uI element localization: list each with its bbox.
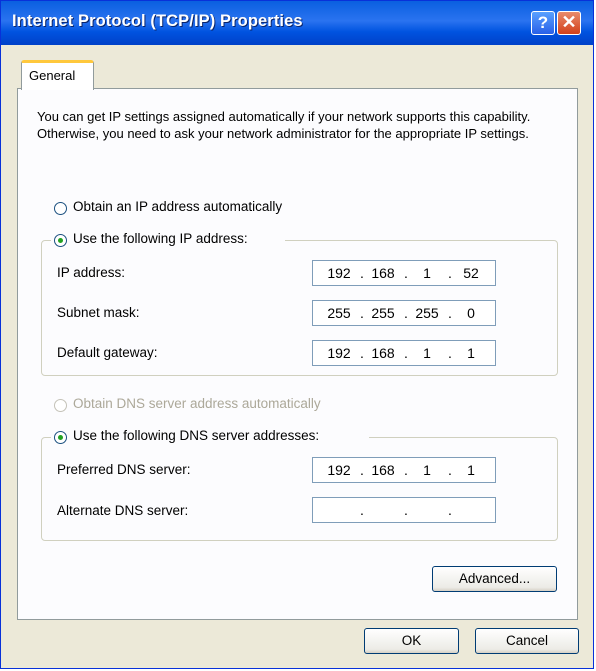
gateway-octet-1: 192 [327,345,351,361]
tcpip-properties-dialog: Internet Protocol (TCP/IP) Properties ? … [0,0,594,669]
advanced-button[interactable]: Advanced... [432,566,557,592]
ip-octet-4: 52 [463,265,479,281]
use-following-ip-label[interactable]: Use the following IP address: [73,231,248,246]
obtain-dns-auto-radio[interactable] [54,399,67,412]
cancel-button[interactable]: Cancel [475,628,579,654]
use-following-dns-label[interactable]: Use the following DNS server addresses: [73,428,319,443]
use-following-ip-radio[interactable] [54,234,67,247]
subnet-octet-4: 0 [467,305,475,321]
tab-general-label: General [29,68,76,83]
preferred-dns-label: Preferred DNS server: [57,462,191,477]
ip-octet-3: 1 [423,265,431,281]
intro-text: You can get IP settings assigned automat… [37,109,531,141]
ip-octet-2: 168 [371,265,395,281]
preferred-dns-octet-3: 1 [423,462,431,478]
window-title: Internet Protocol (TCP/IP) Properties [12,12,303,30]
gateway-octet-2: 168 [371,345,395,361]
obtain-dns-auto-label[interactable]: Obtain DNS server address automatically [73,396,321,411]
preferred-dns-octet-4: 1 [467,462,475,478]
preferred-dns-field[interactable]: 192 . 168 . 1 . 1 [312,457,496,483]
default-gateway-field[interactable]: 192 . 168 . 1 . 1 [312,340,496,366]
preferred-dns-octet-1: 192 [327,462,351,478]
help-icon[interactable]: ? [531,11,555,35]
dns-server-group [41,437,558,541]
ip-address-field[interactable]: 192 . 168 . 1 . 52 [312,260,496,286]
ip-address-label: IP address: [57,265,126,280]
subnet-mask-field[interactable]: 255 . 255 . 255 . 0 [312,300,496,326]
subnet-octet-3: 255 [415,305,439,321]
subnet-octet-2: 255 [371,305,395,321]
preferred-dns-octet-2: 168 [371,462,395,478]
gateway-octet-4: 1 [467,345,475,361]
alternate-dns-field[interactable]: . . . [312,497,496,523]
close-icon[interactable]: ✕ [557,11,581,35]
tab-general[interactable]: General [21,60,94,90]
ok-button[interactable]: OK [364,628,459,654]
gateway-octet-3: 1 [423,345,431,361]
alternate-dns-label: Alternate DNS server: [57,503,189,518]
default-gateway-label: Default gateway: [57,345,158,360]
ip-octet-1: 192 [327,265,351,281]
obtain-ip-auto-radio[interactable] [54,202,67,215]
obtain-ip-auto-label[interactable]: Obtain an IP address automatically [73,199,282,214]
title-bar[interactable]: Internet Protocol (TCP/IP) Properties ? … [1,1,593,45]
subnet-mask-label: Subnet mask: [57,305,140,320]
subnet-octet-1: 255 [327,305,351,321]
use-following-dns-radio[interactable] [54,431,67,444]
